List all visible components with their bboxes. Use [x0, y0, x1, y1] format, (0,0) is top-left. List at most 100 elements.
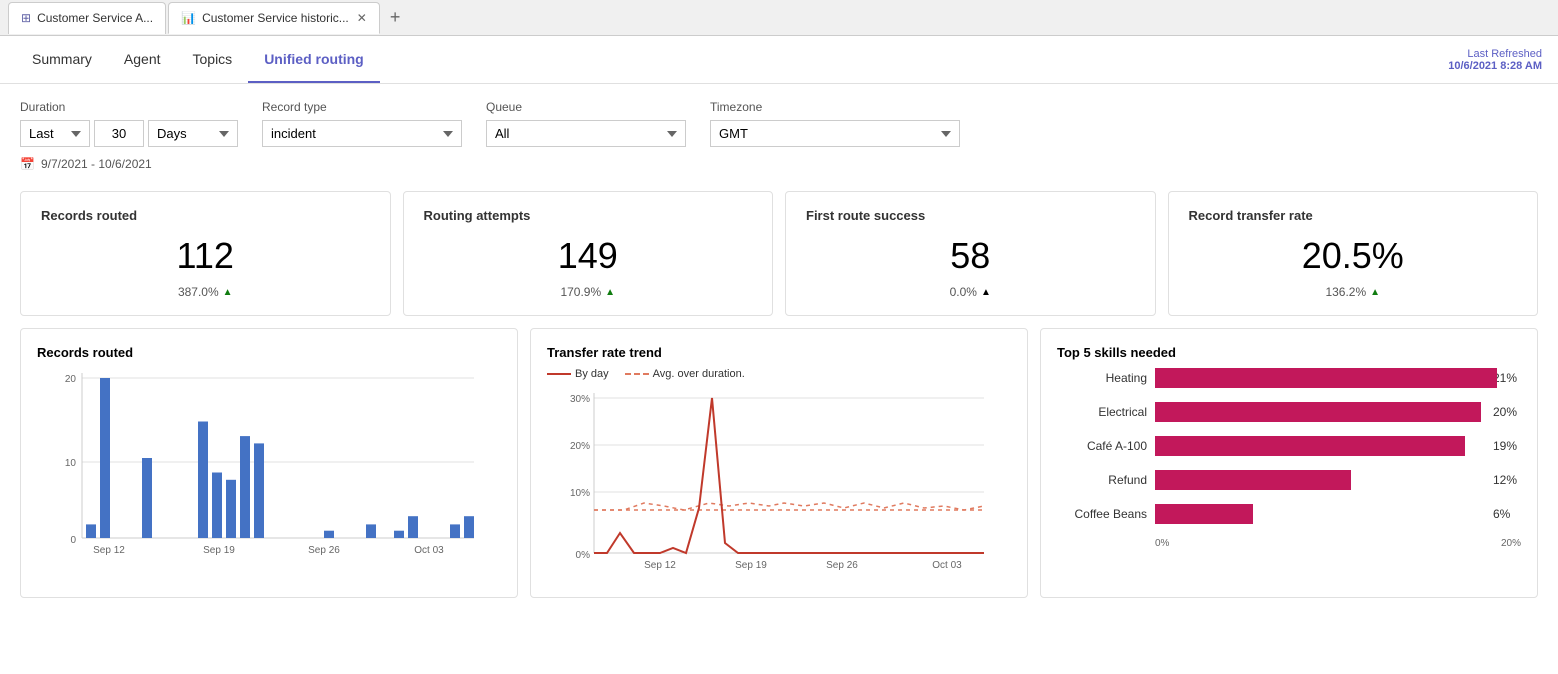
- kpi-record-transfer-rate-change: 136.2%: [1325, 285, 1366, 299]
- bar-chart-svg: 20 10 0: [37, 368, 501, 558]
- tab-1-label: Customer Service A...: [37, 11, 153, 25]
- date-range: 📅 9/7/2021 - 10/6/2021: [20, 157, 1538, 171]
- svg-text:10: 10: [65, 458, 77, 469]
- legend-by-day: By day: [547, 368, 609, 380]
- kpi-records-routed-value: 112: [41, 235, 370, 277]
- skill-label-cafe: Café A-100: [1057, 439, 1147, 453]
- skills-x-axis: 0% 20%: [1057, 538, 1521, 549]
- duration-controls: Last Days: [20, 120, 238, 147]
- bar-chart-area: 20 10 0: [37, 368, 501, 568]
- skill-bar-electrical: [1155, 402, 1481, 422]
- new-tab-button[interactable]: +: [382, 7, 409, 28]
- queue-select[interactable]: All: [486, 120, 686, 147]
- app-container: Summary Agent Topics Unified routing Las…: [0, 36, 1558, 674]
- svg-text:30%: 30%: [570, 394, 590, 405]
- timezone-filter: Timezone GMT: [710, 100, 960, 147]
- skill-row-electrical: Electrical 20%: [1057, 402, 1521, 422]
- skill-label-electrical: Electrical: [1057, 405, 1147, 419]
- kpi-routing-attempts-footer: 170.9% ▲: [424, 285, 753, 299]
- legend-avg: Avg. over duration.: [625, 368, 745, 380]
- svg-text:Oct 03: Oct 03: [414, 545, 444, 556]
- kpi-records-routed-footer: 387.0% ▲: [41, 285, 370, 299]
- queue-controls: All: [486, 120, 686, 147]
- kpi-routing-attempts-title: Routing attempts: [424, 208, 753, 223]
- kpi-records-routed: Records routed 112 387.0% ▲: [20, 191, 391, 316]
- tab-topics[interactable]: Topics: [177, 37, 249, 83]
- svg-text:20: 20: [65, 374, 77, 385]
- record-type-controls: incident: [262, 120, 462, 147]
- kpi-record-transfer-rate-value: 20.5%: [1189, 235, 1518, 277]
- kpi-records-routed-title: Records routed: [41, 208, 370, 223]
- svg-text:0%: 0%: [576, 550, 591, 561]
- duration-filter: Duration Last Days: [20, 100, 238, 147]
- record-type-label: Record type: [262, 100, 462, 114]
- legend-dashed-label: Avg. over duration.: [653, 368, 745, 380]
- duration-type-select[interactable]: Last: [20, 120, 90, 147]
- skills-x-0: 0%: [1155, 538, 1169, 549]
- arrow-up-black-icon: ▲: [981, 287, 991, 298]
- transfer-rate-chart: Transfer rate trend By day Avg. over dur…: [530, 328, 1028, 598]
- last-refreshed: Last Refreshed 10/6/2021 8:28 AM: [1448, 48, 1542, 72]
- duration-value-input[interactable]: [94, 120, 144, 147]
- kpi-routing-attempts: Routing attempts 149 170.9% ▲: [403, 191, 774, 316]
- kpi-records-routed-change: 387.0%: [178, 285, 219, 299]
- nav-tabs: Summary Agent Topics Unified routing Las…: [0, 36, 1558, 84]
- svg-text:20%: 20%: [570, 441, 590, 452]
- records-routed-chart-title: Records routed: [37, 345, 501, 360]
- skill-pct-electrical: 20%: [1493, 405, 1521, 419]
- svg-text:0: 0: [70, 535, 76, 546]
- grid-icon: ⊞: [21, 11, 31, 25]
- arrow-up-green-icon: ▲: [605, 287, 615, 298]
- tab-agent[interactable]: Agent: [108, 37, 177, 83]
- timezone-select[interactable]: GMT: [710, 120, 960, 147]
- svg-text:Sep 12: Sep 12: [644, 560, 676, 571]
- skill-bar-coffee-beans: [1155, 504, 1481, 524]
- svg-text:Sep 19: Sep 19: [735, 560, 767, 571]
- records-routed-chart: Records routed 20 10 0: [20, 328, 518, 598]
- close-icon[interactable]: ✕: [357, 11, 367, 25]
- svg-text:Sep 19: Sep 19: [203, 545, 235, 556]
- legend-solid-label: By day: [575, 368, 609, 380]
- last-refreshed-value: 10/6/2021 8:28 AM: [1448, 60, 1542, 72]
- tab-summary[interactable]: Summary: [16, 37, 108, 83]
- skill-row-heating: Heating 21%: [1057, 368, 1521, 388]
- skills-chart-bars: Heating 21% Electrical 20% Café A-100: [1057, 368, 1521, 549]
- skill-pct-cafe: 19%: [1493, 439, 1521, 453]
- queue-filter: Queue All: [486, 100, 686, 147]
- svg-text:Sep 12: Sep 12: [93, 545, 125, 556]
- kpi-row: Records routed 112 387.0% ▲ Routing atte…: [0, 179, 1558, 328]
- tab-unified-routing[interactable]: Unified routing: [248, 37, 380, 83]
- kpi-routing-attempts-value: 149: [424, 235, 753, 277]
- skill-pct-coffee-beans: 6%: [1493, 507, 1521, 521]
- svg-text:Sep 26: Sep 26: [826, 560, 858, 571]
- solid-line-icon: [547, 373, 571, 375]
- timezone-controls: GMT: [710, 120, 960, 147]
- duration-unit-select[interactable]: Days: [148, 120, 238, 147]
- skill-row-refund: Refund 12%: [1057, 470, 1521, 490]
- skill-row-coffee-beans: Coffee Beans 6%: [1057, 504, 1521, 524]
- transfer-rate-chart-title: Transfer rate trend: [547, 345, 1011, 360]
- skills-chart-title: Top 5 skills needed: [1057, 345, 1521, 360]
- skills-x-20: 20%: [1501, 538, 1521, 549]
- last-refreshed-label: Last Refreshed: [1448, 48, 1542, 60]
- browser-tab-1[interactable]: ⊞ Customer Service A...: [8, 2, 166, 34]
- calendar-icon: 📅: [20, 157, 35, 171]
- kpi-first-route-success-change: 0.0%: [950, 285, 977, 299]
- svg-text:10%: 10%: [570, 488, 590, 499]
- browser-tab-2[interactable]: 📊 Customer Service historic... ✕: [168, 2, 380, 34]
- skill-bar-cafe: [1155, 436, 1481, 456]
- record-type-filter: Record type incident: [262, 100, 462, 147]
- record-type-select[interactable]: incident: [262, 120, 462, 147]
- duration-label: Duration: [20, 100, 238, 114]
- kpi-first-route-success-footer: 0.0% ▲: [806, 285, 1135, 299]
- date-range-value: 9/7/2021 - 10/6/2021: [41, 157, 152, 171]
- skill-label-coffee-beans: Coffee Beans: [1057, 507, 1147, 521]
- browser-tab-bar: ⊞ Customer Service A... 📊 Customer Servi…: [0, 0, 1558, 36]
- kpi-first-route-success-title: First route success: [806, 208, 1135, 223]
- skill-pct-refund: 12%: [1493, 473, 1521, 487]
- kpi-record-transfer-rate: Record transfer rate 20.5% 136.2% ▲: [1168, 191, 1539, 316]
- kpi-routing-attempts-change: 170.9%: [560, 285, 601, 299]
- skill-label-refund: Refund: [1057, 473, 1147, 487]
- skill-row-cafe: Café A-100 19%: [1057, 436, 1521, 456]
- dashed-line-icon: [625, 373, 649, 375]
